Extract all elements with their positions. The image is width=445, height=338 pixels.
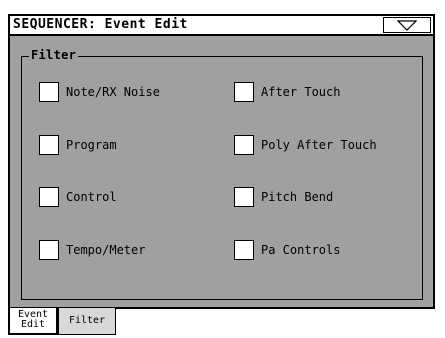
tab-filter[interactable]: Filter	[58, 308, 116, 335]
program-checkbox[interactable]	[39, 135, 59, 155]
after-touch-label: After Touch	[261, 85, 341, 99]
after-touch-checkbox[interactable]	[234, 82, 254, 102]
tempo-meter-label: Tempo/Meter	[66, 243, 146, 257]
filter-group-title: Filter	[29, 48, 79, 62]
note-rx-noise-label: Note/RX Noise	[66, 85, 160, 99]
main-panel: Filter Note/RX Noise After Touch Program…	[8, 36, 435, 309]
tab-event-edit[interactable]: Event Edit	[8, 308, 58, 335]
triangle-down-icon	[397, 20, 417, 31]
poly-after-touch-checkbox[interactable]	[234, 135, 254, 155]
tempo-meter-checkbox[interactable]	[39, 240, 59, 260]
pitch-bend-label: Pitch Bend	[261, 190, 334, 204]
program-label: Program	[66, 138, 117, 152]
filter-group: Filter Note/RX Noise After Touch Program…	[21, 48, 423, 300]
pa-controls-checkbox[interactable]	[234, 240, 254, 260]
pitch-bend-checkbox[interactable]	[234, 187, 254, 207]
note-rx-noise-checkbox[interactable]	[39, 82, 59, 102]
tab-filter-label: Filter	[68, 315, 106, 326]
page-menu-button[interactable]	[383, 17, 431, 33]
title-bar: SEQUENCER: Event Edit	[8, 14, 435, 36]
control-checkbox[interactable]	[39, 187, 59, 207]
control-label: Control	[66, 190, 117, 204]
pa-controls-label: Pa Controls	[261, 243, 341, 257]
tab-event-edit-line2: Edit	[20, 319, 46, 330]
poly-after-touch-label: Poly After Touch	[261, 138, 377, 152]
page-title: SEQUENCER: Event Edit	[13, 17, 188, 32]
